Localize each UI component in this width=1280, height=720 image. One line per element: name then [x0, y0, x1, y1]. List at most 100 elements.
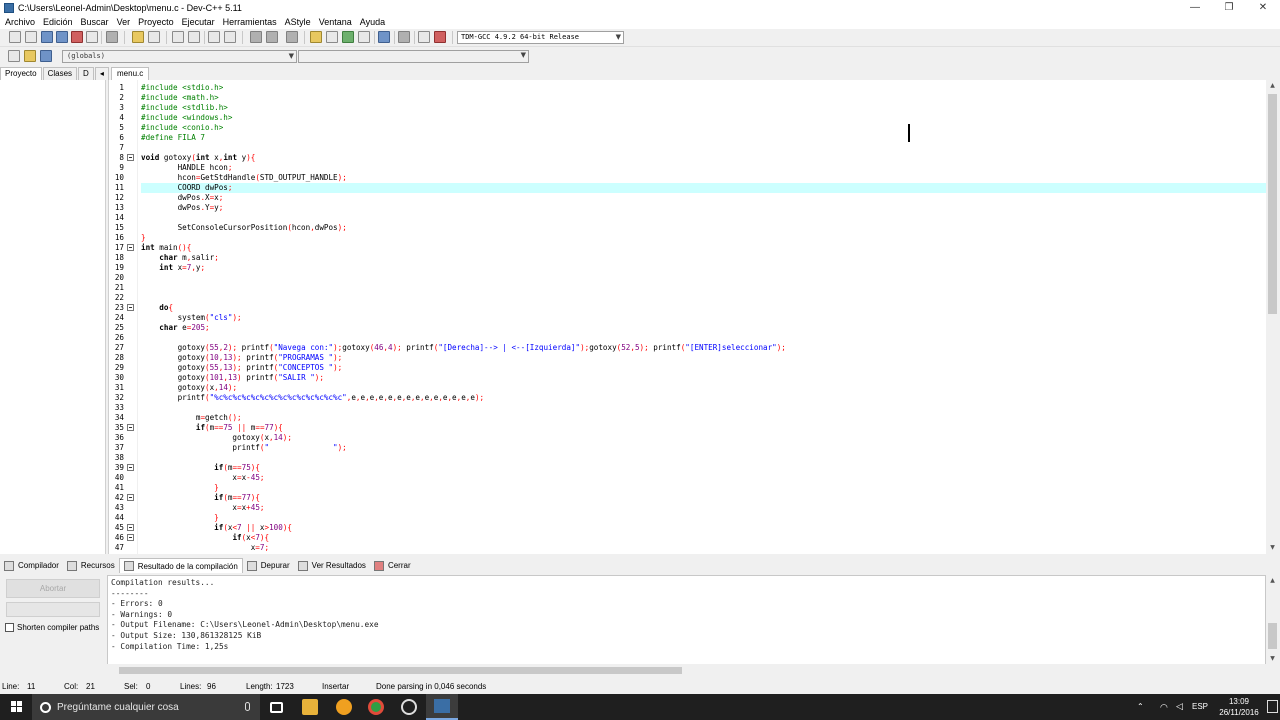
- stop-icon[interactable]: [398, 31, 410, 43]
- abort-button[interactable]: Abortar: [6, 579, 100, 598]
- fold-toggle-icon[interactable]: [127, 424, 134, 431]
- code-line[interactable]: 5 #include <conio.h>: [119, 123, 1266, 133]
- file-explorer-icon[interactable]: [302, 699, 318, 715]
- open-file-icon[interactable]: [25, 31, 37, 43]
- code-line[interactable]: 2 #include <math.h>: [119, 93, 1266, 103]
- menu-ayuda[interactable]: Ayuda: [357, 17, 390, 27]
- code-line[interactable]: 34 m=getch();: [115, 413, 1266, 423]
- code-line[interactable]: 18 char m,salir;: [115, 253, 1266, 263]
- code-line[interactable]: 19 int x=7,y;: [115, 263, 1266, 273]
- menu-buscar[interactable]: Buscar: [78, 17, 114, 27]
- new-file-icon[interactable]: [9, 31, 21, 43]
- code-line[interactable]: 7: [119, 143, 1266, 153]
- compiler-select[interactable]: TDM-GCC 4.9.2 64-bit Release ▼: [457, 31, 624, 44]
- bookmark-icon[interactable]: [286, 31, 298, 43]
- code-line[interactable]: 8 void gotoxy(int x,int y){: [119, 153, 1266, 163]
- scroll-thumb[interactable]: [1268, 623, 1277, 649]
- code-line[interactable]: 12 dwPos.X=x;: [115, 193, 1266, 203]
- menu-edicion[interactable]: Edición: [40, 17, 78, 27]
- volume-icon[interactable]: ◁: [1176, 701, 1183, 712]
- tab-compilador[interactable]: Compilador: [0, 558, 63, 573]
- menu-ver[interactable]: Ver: [114, 17, 136, 27]
- code-line[interactable]: 28 gotoxy(10,13); printf("PROGRAMAS ");: [115, 353, 1266, 363]
- project-panel[interactable]: [0, 80, 106, 554]
- code-line[interactable]: 16}: [115, 233, 1266, 243]
- task-view-icon[interactable]: [270, 702, 283, 713]
- code-line[interactable]: 24 system("cls");: [115, 313, 1266, 323]
- code-line[interactable]: 26: [115, 333, 1266, 343]
- members-select[interactable]: ▼: [298, 50, 529, 63]
- code-line[interactable]: 39 if(m==75){: [115, 463, 1266, 473]
- code-line[interactable]: 40 x=x-45;: [115, 473, 1266, 483]
- maximize-button[interactable]: ❐: [1212, 0, 1246, 15]
- taskbar-clock[interactable]: 13:09 26/11/2016: [1218, 696, 1260, 718]
- class-icon[interactable]: [8, 50, 20, 62]
- tab-menu-c[interactable]: menu.c: [111, 67, 150, 80]
- back-icon[interactable]: [250, 31, 262, 43]
- print-icon[interactable]: [106, 31, 118, 43]
- debug-bug-icon[interactable]: [434, 31, 446, 43]
- code-line[interactable]: 33: [115, 403, 1266, 413]
- globals-select[interactable]: (globals) ▼: [62, 50, 297, 63]
- devcpp-taskbar-button[interactable]: [426, 694, 458, 720]
- save-all-icon[interactable]: [56, 31, 68, 43]
- menu-ventana[interactable]: Ventana: [316, 17, 357, 27]
- code-line[interactable]: 25 char e=205;: [115, 323, 1266, 333]
- shorten-paths-option[interactable]: Shorten compiler paths: [5, 621, 105, 633]
- code-line[interactable]: 36 gotoxy(x,14);: [115, 433, 1266, 443]
- fold-toggle-icon[interactable]: [127, 154, 134, 161]
- code-line[interactable]: 27 gotoxy(55,2); printf("Navega con:");g…: [115, 343, 1266, 353]
- minimize-button[interactable]: —: [1178, 0, 1212, 15]
- chevron-up-icon[interactable]: ⌃: [1137, 702, 1144, 711]
- menu-proyecto[interactable]: Proyecto: [135, 17, 179, 27]
- scroll-thumb[interactable]: [119, 667, 682, 674]
- tab-cerrar[interactable]: Cerrar: [370, 558, 415, 573]
- output-vertical-scrollbar[interactable]: ▲ ▼: [1266, 575, 1279, 665]
- code-line[interactable]: 3 #include <stdlib.h>: [119, 103, 1266, 113]
- compilation-output[interactable]: Compilation results... -------- - Errors: …: [107, 575, 1266, 665]
- menu-astyle[interactable]: AStyle: [282, 17, 316, 27]
- code-line[interactable]: 20: [115, 273, 1266, 283]
- avast-icon[interactable]: [336, 699, 352, 715]
- tab-depurar[interactable]: D: [78, 67, 94, 80]
- tab-depurar[interactable]: Depurar: [243, 558, 294, 573]
- code-line[interactable]: 13 dwPos.Y=y;: [115, 203, 1266, 213]
- tab-scroll-arrows[interactable]: ◂ ▸: [94, 67, 109, 90]
- menu-archivo[interactable]: Archivo: [2, 17, 40, 27]
- code-line[interactable]: 4 #include <windows.h>: [119, 113, 1266, 123]
- wifi-icon[interactable]: ◠: [1160, 702, 1168, 713]
- action-center-icon[interactable]: [1267, 700, 1278, 713]
- insert-icon[interactable]: [358, 31, 370, 43]
- code-line[interactable]: 30 gotoxy(101,13) printf("SALIR ");: [115, 373, 1266, 383]
- close-button[interactable]: ✕: [1246, 0, 1280, 15]
- class-browser-icon[interactable]: [342, 31, 354, 43]
- fold-toggle-icon[interactable]: [127, 534, 134, 541]
- code-line[interactable]: 47 x=7;: [115, 543, 1266, 553]
- replace-icon[interactable]: [188, 31, 200, 43]
- close-all-icon[interactable]: [86, 31, 98, 43]
- code-line[interactable]: 32 printf("%c%c%c%c%c%c%c%c%c%c%c%c%c%c"…: [115, 393, 1266, 403]
- fold-toggle-icon[interactable]: [127, 524, 134, 531]
- goto-definition-icon[interactable]: [40, 50, 52, 62]
- goto-declaration-icon[interactable]: [24, 50, 36, 62]
- code-line[interactable]: 35 if(m==75 || m==77){: [115, 423, 1266, 433]
- find-icon[interactable]: [172, 31, 184, 43]
- code-line[interactable]: 23 do{: [115, 303, 1266, 313]
- scroll-thumb[interactable]: [1268, 94, 1277, 314]
- code-line[interactable]: 31 gotoxy(x,14);: [115, 383, 1266, 393]
- steam-icon[interactable]: [401, 699, 417, 715]
- tab-resultado-compilacion[interactable]: Resultado de la compilación: [118, 558, 243, 573]
- menu-ejecutar[interactable]: Ejecutar: [179, 17, 220, 27]
- code-line[interactable]: 46 if(x<7){: [115, 533, 1266, 543]
- tab-recursos[interactable]: Recursos: [63, 558, 119, 573]
- scroll-down-icon[interactable]: ▼: [1266, 542, 1279, 554]
- editor-vertical-scrollbar[interactable]: ▲ ▼: [1266, 80, 1279, 554]
- code-line[interactable]: 42 if(m==77){: [115, 493, 1266, 503]
- code-line[interactable]: 10 hcon=GetStdHandle(STD_OUTPUT_HANDLE);: [115, 173, 1266, 183]
- tab-ver-resultados[interactable]: Ver Resultados: [294, 558, 370, 573]
- code-line[interactable]: 6 #define FILA 7: [119, 133, 1266, 143]
- fold-toggle-icon[interactable]: [127, 244, 134, 251]
- indent-icon[interactable]: [208, 31, 220, 43]
- redo-icon[interactable]: [148, 31, 160, 43]
- code-line[interactable]: 45 if(x<7 || x>100){: [115, 523, 1266, 533]
